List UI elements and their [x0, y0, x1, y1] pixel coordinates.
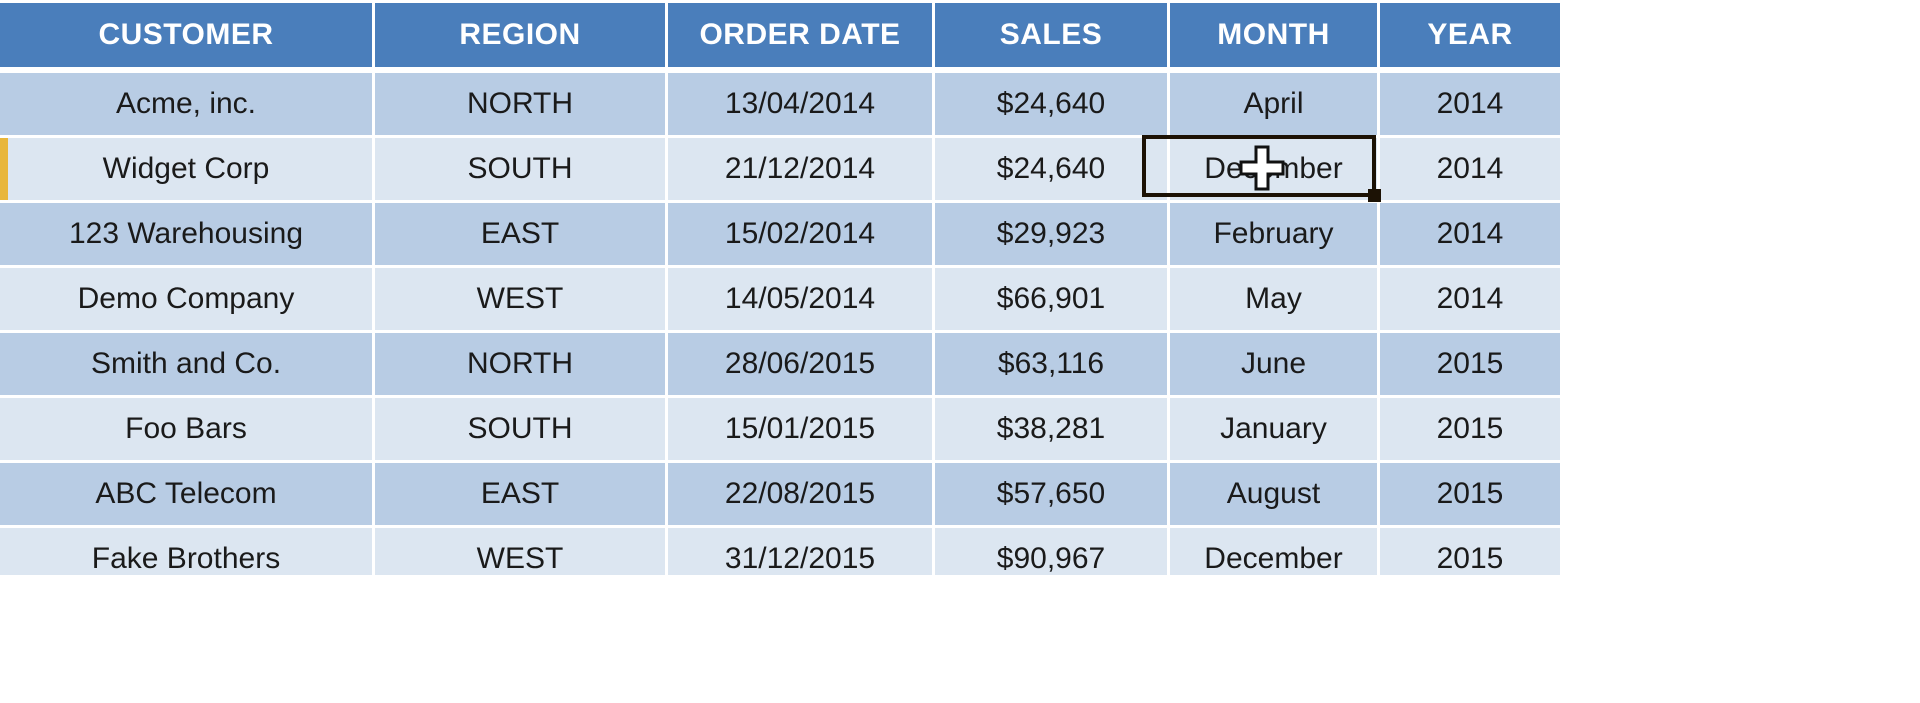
cell-customer[interactable]: Demo Company [0, 268, 375, 333]
cell-customer[interactable]: Acme, inc. [0, 67, 375, 138]
table-row[interactable]: Foo Bars SOUTH 15/01/2015 $38,281 January 201… [0, 398, 1560, 463]
table-row[interactable]: Demo Company WEST 14/05/2014 $66,901 May 2014 [0, 268, 1560, 333]
cell-region[interactable]: WEST [375, 268, 668, 333]
cell-year[interactable]: 2014 [1380, 67, 1560, 138]
column-header-region[interactable]: REGION [375, 0, 668, 67]
cell-sales[interactable]: $24,640 [935, 67, 1170, 138]
cell-sales[interactable]: $24,640 [935, 138, 1170, 203]
cell-sales[interactable]: $38,281 [935, 398, 1170, 463]
cell-month[interactable]: February [1170, 203, 1380, 268]
cell-sales[interactable]: $57,650 [935, 463, 1170, 528]
cell-customer[interactable]: Smith and Co. [0, 333, 375, 398]
column-header-month[interactable]: MONTH [1170, 0, 1380, 67]
cell-month[interactable]: August [1170, 463, 1380, 528]
cell-order_date[interactable]: 21/12/2014 [668, 138, 935, 203]
sheet-bottom-whitespace [0, 575, 1560, 703]
table-body: Acme, inc. NORTH 13/04/2014 $24,640 April 201… [0, 67, 1560, 593]
cell-month[interactable]: December [1170, 138, 1380, 203]
cell-sales[interactable]: $29,923 [935, 203, 1170, 268]
cell-month[interactable]: May [1170, 268, 1380, 333]
cell-region[interactable]: NORTH [375, 67, 668, 138]
column-header-sales[interactable]: SALES [935, 0, 1170, 67]
table-row[interactable]: Acme, inc. NORTH 13/04/2014 $24,640 April 201… [0, 67, 1560, 138]
cell-year[interactable]: 2015 [1380, 333, 1560, 398]
cell-region[interactable]: SOUTH [375, 138, 668, 203]
cell-sales[interactable]: $66,901 [935, 268, 1170, 333]
cell-month[interactable]: June [1170, 333, 1380, 398]
table-row[interactable]: Widget Corp SOUTH 21/12/2014 $24,640 Decembe… [0, 138, 1560, 203]
cell-order_date[interactable]: 22/08/2015 [668, 463, 935, 528]
spreadsheet-sheet: CUSTOMER REGION ORDER DATE SALES MONTH Y… [0, 0, 1920, 703]
cell-order_date[interactable]: 15/01/2015 [668, 398, 935, 463]
cell-region[interactable]: SOUTH [375, 398, 668, 463]
cell-order_date[interactable]: 13/04/2014 [668, 67, 935, 138]
sheet-right-whitespace [1560, 0, 1920, 703]
cell-order_date[interactable]: 28/06/2015 [668, 333, 935, 398]
column-header-customer[interactable]: CUSTOMER [0, 0, 375, 67]
cell-year[interactable]: 2014 [1380, 203, 1560, 268]
column-header-order-date[interactable]: ORDER DATE [668, 0, 935, 67]
cell-year[interactable]: 2015 [1380, 463, 1560, 528]
cell-sales[interactable]: $63,116 [935, 333, 1170, 398]
column-header-year[interactable]: YEAR [1380, 0, 1560, 67]
data-table: CUSTOMER REGION ORDER DATE SALES MONTH Y… [0, 0, 1560, 593]
cell-customer[interactable]: Foo Bars [0, 398, 375, 463]
cell-customer[interactable]: 123 Warehousing [0, 203, 375, 268]
table-row[interactable]: Smith and Co. NORTH 28/06/2015 $63,116 June 2… [0, 333, 1560, 398]
cell-region[interactable]: EAST [375, 463, 668, 528]
table-row[interactable]: 123 Warehousing EAST 15/02/2014 $29,923 Febr… [0, 203, 1560, 268]
cell-year[interactable]: 2015 [1380, 398, 1560, 463]
cell-year[interactable]: 2014 [1380, 268, 1560, 333]
table-header: CUSTOMER REGION ORDER DATE SALES MONTH Y… [0, 0, 1560, 67]
cell-order_date[interactable]: 14/05/2014 [668, 268, 935, 333]
cell-region[interactable]: EAST [375, 203, 668, 268]
cell-region[interactable]: NORTH [375, 333, 668, 398]
header-row: CUSTOMER REGION ORDER DATE SALES MONTH Y… [0, 0, 1560, 67]
cell-customer[interactable]: Widget Corp [0, 138, 375, 203]
cell-month[interactable]: January [1170, 398, 1380, 463]
cell-year[interactable]: 2014 [1380, 138, 1560, 203]
cell-order_date[interactable]: 15/02/2014 [668, 203, 935, 268]
table-row[interactable]: ABC Telecom EAST 22/08/2015 $57,650 August 20… [0, 463, 1560, 528]
cell-month[interactable]: April [1170, 67, 1380, 138]
cell-customer[interactable]: ABC Telecom [0, 463, 375, 528]
active-row-marker [0, 138, 8, 200]
